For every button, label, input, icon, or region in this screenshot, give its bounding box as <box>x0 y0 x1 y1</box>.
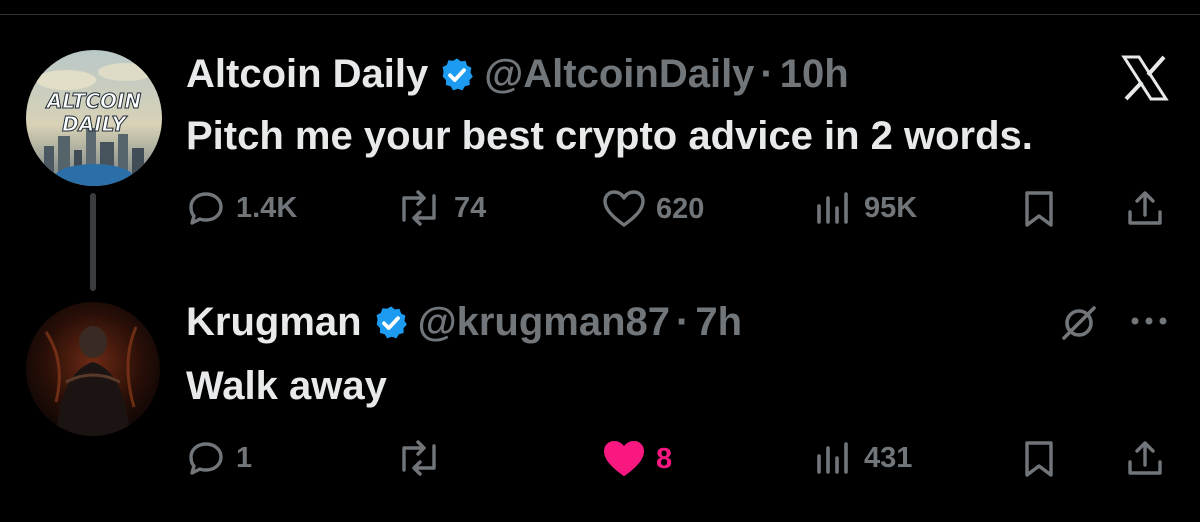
reply-icon <box>189 442 223 475</box>
tweet-text: Walk away <box>186 364 387 408</box>
like-button[interactable]: 620 <box>602 190 704 228</box>
avatar[interactable]: ALTCOIN DAILY <box>26 50 162 186</box>
timestamp[interactable]: 10h <box>780 52 849 97</box>
tweet-altcoin-daily[interactable]: ALTCOIN DAILY Altcoin Daily @AltcoinDail… <box>0 40 1200 250</box>
separator: · <box>760 52 774 96</box>
separator: · <box>676 300 690 344</box>
heart-icon <box>603 190 645 227</box>
tweet-header: Krugman @krugman87 · 7h <box>186 300 742 345</box>
repost-button[interactable] <box>394 440 454 476</box>
bookmark-icon <box>1025 191 1053 227</box>
views-button[interactable]: 431 <box>814 440 912 476</box>
reply-button[interactable]: 1 <box>186 440 252 476</box>
avatar[interactable] <box>26 302 160 436</box>
action-bar: 1.4K 74 620 95K <box>0 190 1200 230</box>
bookmark-button[interactable] <box>1022 440 1056 478</box>
tweet-header: Altcoin Daily @AltcoinDaily · 10h <box>186 52 849 97</box>
views-count: 95K <box>864 191 918 224</box>
reply-icon <box>189 192 223 225</box>
views-button[interactable]: 95K <box>814 190 917 226</box>
handle[interactable]: @AltcoinDaily <box>484 52 754 97</box>
share-icon <box>1128 441 1162 475</box>
share-icon <box>1128 191 1162 225</box>
views-count: 431 <box>864 441 913 474</box>
like-button[interactable]: 8 <box>602 440 672 478</box>
reply-count: 1.4K <box>236 191 298 224</box>
views-icon <box>817 442 848 474</box>
share-button[interactable] <box>1126 190 1164 228</box>
reply-count: 1 <box>236 441 253 474</box>
grok-icon[interactable] <box>1058 302 1100 344</box>
reply-button[interactable]: 1.4K <box>186 190 297 226</box>
views-icon <box>817 192 848 224</box>
tweet-text: Pitch me your best crypto advice in 2 wo… <box>186 114 1033 158</box>
more-options-icon[interactable] <box>1128 314 1170 328</box>
display-name[interactable]: Altcoin Daily <box>186 52 428 97</box>
avatar-text-top: ALTCOIN <box>45 89 142 113</box>
bookmark-icon <box>1025 441 1053 477</box>
like-count: 620 <box>656 192 705 225</box>
thread-connector <box>90 193 96 291</box>
display-name[interactable]: Krugman <box>186 300 362 345</box>
repost-count: 74 <box>454 191 487 224</box>
top-divider <box>0 14 1200 15</box>
avatar-text-bottom: DAILY <box>62 112 128 136</box>
repost-icon <box>402 440 436 476</box>
verified-badge-icon <box>438 56 476 94</box>
verified-badge-icon <box>372 304 410 342</box>
heart-filled-icon <box>604 441 644 476</box>
share-button[interactable] <box>1126 440 1164 478</box>
bookmark-button[interactable] <box>1022 190 1056 228</box>
tweet-krugman[interactable]: Krugman @krugman87 · 7h Walk away 1 8 43… <box>0 290 1200 490</box>
timestamp[interactable]: 7h <box>695 300 742 345</box>
repost-icon <box>402 190 436 226</box>
x-logo-icon[interactable] <box>1120 54 1170 102</box>
repost-button[interactable]: 74 <box>394 190 486 226</box>
action-bar: 1 8 431 <box>0 440 1200 480</box>
handle[interactable]: @krugman87 <box>418 300 670 345</box>
like-count: 8 <box>656 442 673 475</box>
